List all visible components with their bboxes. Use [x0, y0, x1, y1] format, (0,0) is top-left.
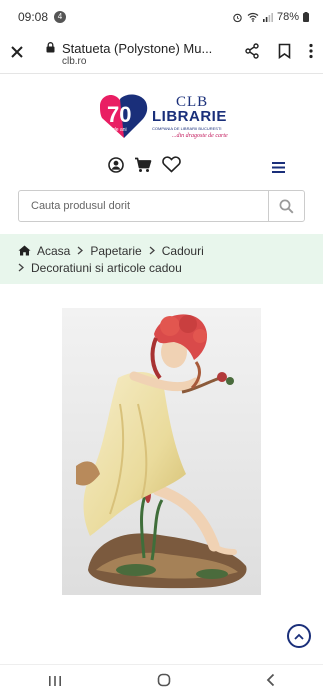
lock-icon [46, 41, 56, 56]
share-icon [245, 43, 259, 59]
status-time: 09:08 [18, 10, 49, 24]
notification-count-badge: 4 [54, 11, 67, 23]
account-button[interactable] [108, 156, 124, 178]
main-menu-button[interactable] [272, 160, 285, 178]
battery-level: 78% [276, 11, 299, 23]
bookmark-icon [278, 43, 291, 60]
share-button[interactable] [244, 43, 260, 64]
more-vertical-icon [309, 43, 313, 59]
wishlist-button[interactable] [162, 156, 181, 178]
search-bar [18, 190, 305, 222]
close-icon [11, 46, 23, 58]
battery-icon [303, 12, 309, 22]
statue-figure-illustration [62, 308, 261, 595]
search-icon [279, 199, 294, 213]
home-nav-button[interactable] [157, 673, 171, 692]
browser-actions [244, 43, 313, 64]
header-icon-row [0, 156, 323, 180]
recent-apps-icon [48, 675, 61, 686]
logo-company-text: COMPANIA DE LIBRARII BUCURESTI [152, 126, 222, 131]
status-right-group: 78% [232, 11, 309, 23]
breadcrumb-item-decoratiuni: Decoratiuni si articole cadou [31, 260, 182, 275]
logo-librarie-text: LIBRARIE [152, 108, 227, 125]
page-title-row: Statueta (Polystone) Mu... [46, 41, 236, 56]
anniversary-number: 70 [107, 102, 131, 127]
logo-tagline: ...din dragoste de carte [172, 133, 228, 139]
back-button[interactable] [266, 673, 275, 692]
breadcrumb-separator [18, 261, 24, 275]
android-navigation-bar [0, 664, 323, 700]
breadcrumb: Acasa Papetarie Cadouri Decoratiuni si a… [0, 234, 323, 284]
search-input[interactable] [19, 191, 268, 221]
back-chevron-icon [267, 673, 275, 687]
header-icons [108, 156, 181, 178]
close-tab-button[interactable] [10, 42, 36, 65]
signal-icon [262, 13, 273, 22]
heart-logo-icon: 70 de ani [100, 94, 148, 138]
home-icon [18, 245, 31, 256]
search-button[interactable] [268, 191, 304, 221]
chevron-right-icon [149, 246, 155, 254]
shopping-cart-icon [135, 157, 152, 172]
chevron-right-icon [18, 263, 24, 271]
chevron-right-icon [77, 246, 84, 254]
hamburger-menu-icon [272, 162, 285, 173]
anniversary-sub: de ani [113, 127, 127, 133]
site-logo[interactable]: 70 de ani CLB LIBRARIE COMPANIA DE LIBRA… [94, 92, 229, 144]
breadcrumb-line-1: Acasa Papetarie Cadouri [18, 242, 305, 259]
breadcrumb-item-cadouri[interactable]: Cadouri [162, 244, 204, 258]
page-domain: clb.ro [62, 55, 87, 67]
wifi-icon [247, 12, 259, 22]
home-circle-icon [157, 673, 171, 687]
breadcrumb-line-2: Decoratiuni si articole cadou [18, 259, 305, 276]
logo-area: 70 de ani CLB LIBRARIE COMPANIA DE LIBRA… [0, 92, 323, 148]
browser-toolbar: Statueta (Polystone) Mu... clb.ro [0, 34, 323, 74]
status-bar: 09:08 4 78% [0, 0, 323, 34]
chevron-up-icon [294, 633, 304, 640]
breadcrumb-item-acasa[interactable]: Acasa [37, 244, 70, 258]
product-image[interactable] [62, 308, 261, 595]
alarm-icon [233, 13, 242, 22]
breadcrumb-separator [77, 244, 84, 258]
more-menu-button[interactable] [309, 43, 313, 64]
url-block[interactable]: Statueta (Polystone) Mu... clb.ro [46, 41, 236, 67]
heart-icon [162, 156, 181, 173]
breadcrumb-separator [149, 244, 155, 258]
page-title: Statueta (Polystone) Mu... [62, 40, 213, 56]
bookmark-button[interactable] [278, 43, 291, 64]
breadcrumb-item-papetarie[interactable]: Papetarie [90, 244, 141, 258]
cart-button[interactable] [134, 157, 152, 178]
recent-apps-button[interactable] [48, 674, 62, 692]
scroll-to-top-button[interactable] [287, 624, 311, 648]
user-account-icon [108, 156, 124, 173]
